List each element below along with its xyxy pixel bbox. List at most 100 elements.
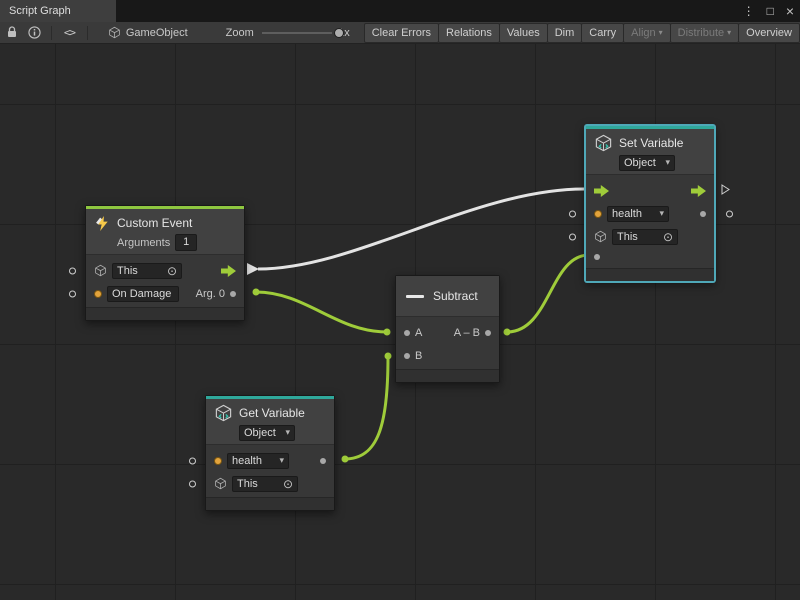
port-circle[interactable] xyxy=(569,233,576,240)
arguments-count-field[interactable]: 1 xyxy=(175,234,197,251)
button-label: Dim xyxy=(555,25,575,41)
port-dot[interactable] xyxy=(230,291,236,297)
dropdown-caret-icon: ▾ xyxy=(659,25,663,41)
carry-button[interactable]: Carry xyxy=(581,23,624,43)
node-title: Set Variable xyxy=(619,136,683,150)
value-port-dot[interactable] xyxy=(594,210,602,218)
node-header[interactable]: Set Variable Object ▾ xyxy=(586,129,714,174)
variable-name-row: health ▾ xyxy=(586,202,714,225)
event-name-field[interactable]: On Damage xyxy=(107,286,179,302)
dropdown-arrow-icon: ▾ xyxy=(279,455,284,466)
info-icon[interactable] xyxy=(28,26,41,39)
variable-name-row: health ▾ xyxy=(206,449,334,472)
node-title: Subtract xyxy=(433,289,478,303)
target-field[interactable]: This ⊙ xyxy=(612,229,678,245)
button-label: Overview xyxy=(746,25,792,41)
button-label: Carry xyxy=(589,25,616,41)
node-title: Custom Event xyxy=(117,216,192,230)
tab-script-graph[interactable]: Script Graph xyxy=(0,0,116,22)
port-dot[interactable] xyxy=(485,330,491,336)
menu-icon[interactable]: ⋮ xyxy=(743,4,755,18)
port-dot[interactable] xyxy=(700,211,706,217)
node-header[interactable]: Subtract xyxy=(396,276,499,316)
zoom-slider-handle[interactable] xyxy=(334,28,344,38)
button-label: Values xyxy=(507,25,540,41)
port-circle[interactable] xyxy=(189,457,196,464)
target-icon[interactable]: ⊙ xyxy=(663,231,673,243)
button-label: Distribute xyxy=(678,25,724,41)
arguments-label: Arguments xyxy=(117,237,170,249)
button-label: Relations xyxy=(446,25,492,41)
target-field[interactable]: This ⊙ xyxy=(232,476,298,492)
port-dot[interactable] xyxy=(320,458,326,464)
zoom-label: Zoom xyxy=(226,27,254,39)
zoom-slider-track[interactable] xyxy=(262,32,332,34)
value-port-dot[interactable] xyxy=(214,457,222,465)
flow-output-arrow-icon[interactable] xyxy=(691,185,706,197)
node-ports: A A – B B xyxy=(396,316,499,369)
gameobject-selector[interactable]: GameObject xyxy=(126,27,188,39)
relations-button[interactable]: Relations xyxy=(438,23,500,43)
port-circle[interactable] xyxy=(69,267,76,274)
zoom-slider[interactable] xyxy=(262,27,332,39)
target-field[interactable]: This ⊙ xyxy=(112,263,182,279)
arg0-label: Arg. 0 xyxy=(196,288,225,300)
port-triangle[interactable] xyxy=(721,183,730,198)
toolbar-separator xyxy=(51,26,52,40)
variable-kind-dropdown[interactable]: Object ▾ xyxy=(619,155,675,171)
port-dot[interactable] xyxy=(404,353,410,359)
port-circle[interactable] xyxy=(189,480,196,487)
flow-input-arrow-icon[interactable] xyxy=(594,185,609,197)
dropdown-arrow-icon: ▾ xyxy=(659,208,664,219)
output-label: A – B xyxy=(454,327,480,339)
port-dot[interactable] xyxy=(594,254,600,260)
port-circle[interactable] xyxy=(569,210,576,217)
event-name-value: On Damage xyxy=(112,288,171,300)
custom-event-node[interactable]: Custom Event Arguments 1 This ⊙ On Damag xyxy=(85,205,245,321)
subtract-node[interactable]: Subtract A A – B B xyxy=(395,275,500,383)
code-icon[interactable]: <> xyxy=(64,26,75,39)
value-port-dot[interactable] xyxy=(94,290,102,298)
variable-name-dropdown[interactable]: health ▾ xyxy=(607,206,669,222)
variable-kind-dropdown[interactable]: Object ▾ xyxy=(239,425,295,441)
minus-icon xyxy=(406,294,425,299)
close-icon[interactable]: × xyxy=(786,3,794,19)
clear-errors-button[interactable]: Clear Errors xyxy=(364,23,439,43)
dim-button[interactable]: Dim xyxy=(547,23,583,43)
input-b-row: B xyxy=(396,344,499,367)
set-variable-node[interactable]: Set Variable Object ▾ health xyxy=(585,125,715,282)
target-value: This xyxy=(237,478,258,490)
target-icon[interactable]: ⊙ xyxy=(283,478,293,490)
value-input-row xyxy=(586,248,714,266)
flow-output-arrow-icon[interactable] xyxy=(221,265,236,277)
window-tab-bar: Script Graph ⋮ □ × xyxy=(0,0,800,22)
lightning-icon xyxy=(94,215,111,232)
node-footer xyxy=(396,369,499,382)
port-circle[interactable] xyxy=(69,290,76,297)
node-header[interactable]: Get Variable Object ▾ xyxy=(206,399,334,444)
port-circle[interactable] xyxy=(726,210,733,217)
button-label: Align xyxy=(631,25,655,41)
toolbar-separator xyxy=(87,26,88,40)
align-button[interactable]: Align▾ xyxy=(623,23,670,43)
node-ports: health ▾ This ⊙ xyxy=(206,444,334,497)
event-name-port-row: On Damage Arg. 0 xyxy=(86,282,244,305)
graph-toolbar: <> GameObject Zoom 1x Clear Errors Relat… xyxy=(0,22,800,44)
lock-icon[interactable] xyxy=(6,26,18,39)
get-variable-node[interactable]: Get Variable Object ▾ health ▾ This xyxy=(205,395,335,511)
node-footer xyxy=(586,268,714,281)
tab-title: Script Graph xyxy=(9,5,71,17)
variable-name-dropdown[interactable]: health ▾ xyxy=(227,453,289,469)
values-button[interactable]: Values xyxy=(499,23,548,43)
input-a-label: A xyxy=(415,327,422,339)
target-port-row: This ⊙ xyxy=(206,472,334,495)
maximize-icon[interactable]: □ xyxy=(767,4,774,18)
node-title: Get Variable xyxy=(239,406,305,420)
distribute-button[interactable]: Distribute▾ xyxy=(670,23,739,43)
dropdown-caret-icon: ▾ xyxy=(727,25,731,41)
port-dot[interactable] xyxy=(404,330,410,336)
node-header[interactable]: Custom Event Arguments 1 xyxy=(86,209,244,254)
overview-button[interactable]: Overview xyxy=(738,23,800,43)
target-icon[interactable]: ⊙ xyxy=(167,265,177,277)
variable-icon xyxy=(594,134,613,153)
